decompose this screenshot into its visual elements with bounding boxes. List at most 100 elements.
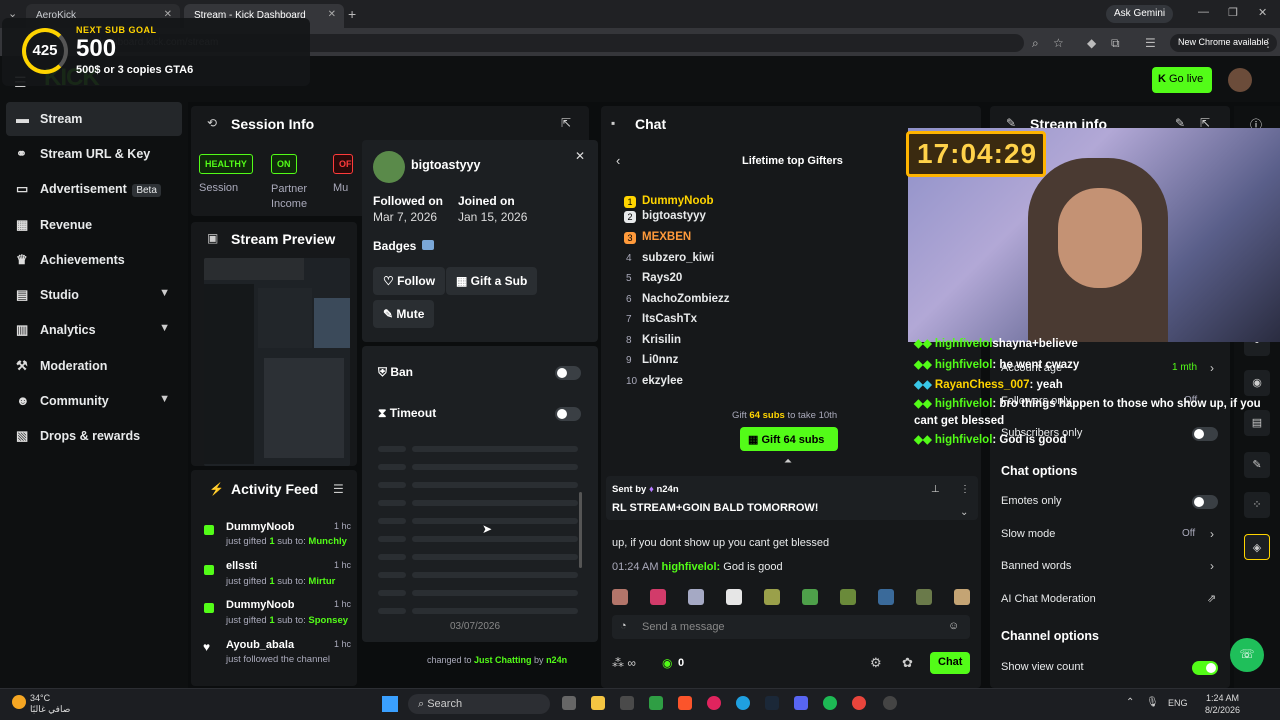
sidebar-item-studio[interactable]: ▤ Studio ▼ [6,278,182,312]
go-live-button[interactable]: K Go live [1152,67,1212,93]
sidebar-item-drops[interactable]: ▧ Drops & rewards [6,419,182,453]
zoom-icon[interactable]: ⌕ [1032,36,1039,51]
edge-icon[interactable] [736,696,750,710]
emote[interactable] [878,589,894,605]
user-card-username[interactable]: bigtoastyyy [411,158,480,172]
opera-icon[interactable] [707,696,721,710]
extension-icon[interactable]: ◆ [1087,36,1096,50]
scrollbar[interactable] [579,492,582,568]
gifter-name[interactable]: Li0nnz [642,354,678,366]
chat-input[interactable]: Send a message [612,615,970,639]
spotify-icon[interactable] [823,696,837,710]
gifter-name[interactable]: Krisilin [642,334,681,346]
mic-icon[interactable]: 🎙 [1146,697,1159,708]
emote[interactable] [726,589,742,605]
sidebar-item-analytics[interactable]: ▥ Analytics ▼ [6,313,182,347]
apps-icon[interactable]: ⁘ [1244,492,1270,518]
activity-user[interactable]: DummyNoob [226,599,294,611]
emote[interactable] [802,589,818,605]
close-icon[interactable]: ✕ [328,9,336,20]
gifter-name[interactable]: DummyNoob [642,195,714,207]
language-indicator[interactable]: ENG [1168,698,1188,708]
gear-icon[interactable]: ⚙ [870,655,882,671]
ban-toggle[interactable] [555,366,581,380]
emote[interactable] [688,589,704,605]
new-chrome-available[interactable]: New Chrome available [1170,34,1277,52]
tray-chevron-icon[interactable]: ⌃ [1126,697,1134,708]
slow-mode-value[interactable]: Off [1182,528,1195,539]
gifter-name[interactable]: MEXBEN [642,231,691,243]
activity-user[interactable]: DummyNoob [226,521,294,533]
emote[interactable] [954,589,970,605]
minimize-icon[interactable]: — [1198,6,1209,18]
task-view-icon[interactable] [562,696,576,710]
emote[interactable] [612,589,628,605]
timeout-toggle[interactable] [555,407,581,421]
emote-bar[interactable] [612,589,972,607]
maximize-icon[interactable]: ❐ [1228,6,1238,19]
xbox-icon[interactable] [649,696,663,710]
activity-user[interactable]: ellssti [226,560,257,572]
emotes-only-toggle[interactable] [1192,495,1218,509]
sidebar-item-community[interactable]: ☻ Community ▼ [6,384,182,418]
sidebar-icon[interactable]: ☰ [1145,36,1156,50]
obs-icon[interactable] [883,696,897,710]
sidebar-item-advertisement[interactable]: ▭ Advertisement Beta [6,172,182,206]
emote[interactable] [840,589,856,605]
gifter-name[interactable]: NachoZombiezz [642,293,730,305]
close-window-icon[interactable]: ✕ [1258,6,1267,19]
emote[interactable] [650,589,666,605]
bot-icon[interactable]: ✿ [902,655,913,671]
ask-gemini-button[interactable]: Ask Gemini [1106,5,1174,23]
more-icon[interactable]: ⋮ [960,484,970,495]
send-chat-button[interactable]: Chat [930,652,970,674]
avatar[interactable] [1228,68,1252,92]
tag-icon[interactable]: ◈ [1244,534,1270,560]
stream-preview-video[interactable] [204,258,350,466]
menu-dots-icon[interactable]: ⋮ [1262,36,1274,50]
gifter-name[interactable]: ekzylee [642,375,683,387]
external-link-icon[interactable]: ⇗ [1207,592,1216,605]
sidebar-item-moderation[interactable]: ⚒ Moderation [6,349,182,383]
chrome-icon[interactable] [852,696,866,710]
chat-bubble-icon[interactable]: ☏ [1230,638,1264,672]
taskbar-search[interactable]: ⌕ Search [408,694,550,714]
sidebar-item-stream[interactable]: ▬ Stream [6,102,182,136]
sidebar-item-revenue[interactable]: ▦ Revenue [6,208,182,242]
discord-icon[interactable] [794,696,808,710]
store-icon[interactable] [620,696,634,710]
extensions-puzzle-icon[interactable]: ⧉ [1111,36,1120,51]
sidebar-item-achievements[interactable]: ♛ Achievements [6,243,182,277]
new-tab-button[interactable]: + [348,6,356,22]
gift-sub-button[interactable]: ▦ Gift a Sub [446,267,538,295]
steam-icon[interactable] [765,696,779,710]
sidebar-item-stream-url[interactable]: ⚭ Stream URL & Key [6,137,182,171]
show-view-count-toggle[interactable] [1192,661,1218,675]
gifter-name[interactable]: subzero_kiwi [642,252,714,264]
banned-words-label[interactable]: Banned words [1001,560,1071,572]
chevron-right-icon[interactable]: › [1210,527,1214,541]
emote[interactable] [916,589,932,605]
collapse-icon[interactable]: ⏶ [784,456,792,467]
close-icon[interactable]: ✕ [575,149,585,163]
pin-icon[interactable]: ⊥ [931,484,940,495]
back-arrow-icon[interactable]: ‹ [616,153,620,168]
gift-subs-button[interactable]: ▦ Gift 64 subs [740,427,838,451]
emote[interactable] [764,589,780,605]
points-icon[interactable]: ⁂ ∞ [612,656,636,670]
chevron-down-icon[interactable]: ⌄ [960,507,968,518]
bookmark-star-icon[interactable]: ☆ [1053,36,1064,50]
popout-icon[interactable]: ⇱ [561,116,571,130]
chevron-right-icon[interactable]: › [1210,559,1214,573]
gifter-name[interactable]: bigtoastyyy [642,210,706,222]
activity-user[interactable]: Ayoub_abala [226,639,294,651]
filter-icon[interactable]: ☰ [333,482,344,496]
emoji-icon[interactable]: ☺ [948,620,959,632]
windows-start-icon[interactable] [382,696,398,712]
brave-icon[interactable] [678,696,692,710]
gifter-name[interactable]: Rays20 [642,272,682,284]
taskbar-clock[interactable]: 1:24 AM 8/2/2026 [1205,692,1240,716]
weather-widget[interactable]: 34°C صافي غالبًا [30,693,70,715]
file-explorer-icon[interactable] [591,696,605,710]
gifter-name[interactable]: ItsCashTx [642,313,697,325]
